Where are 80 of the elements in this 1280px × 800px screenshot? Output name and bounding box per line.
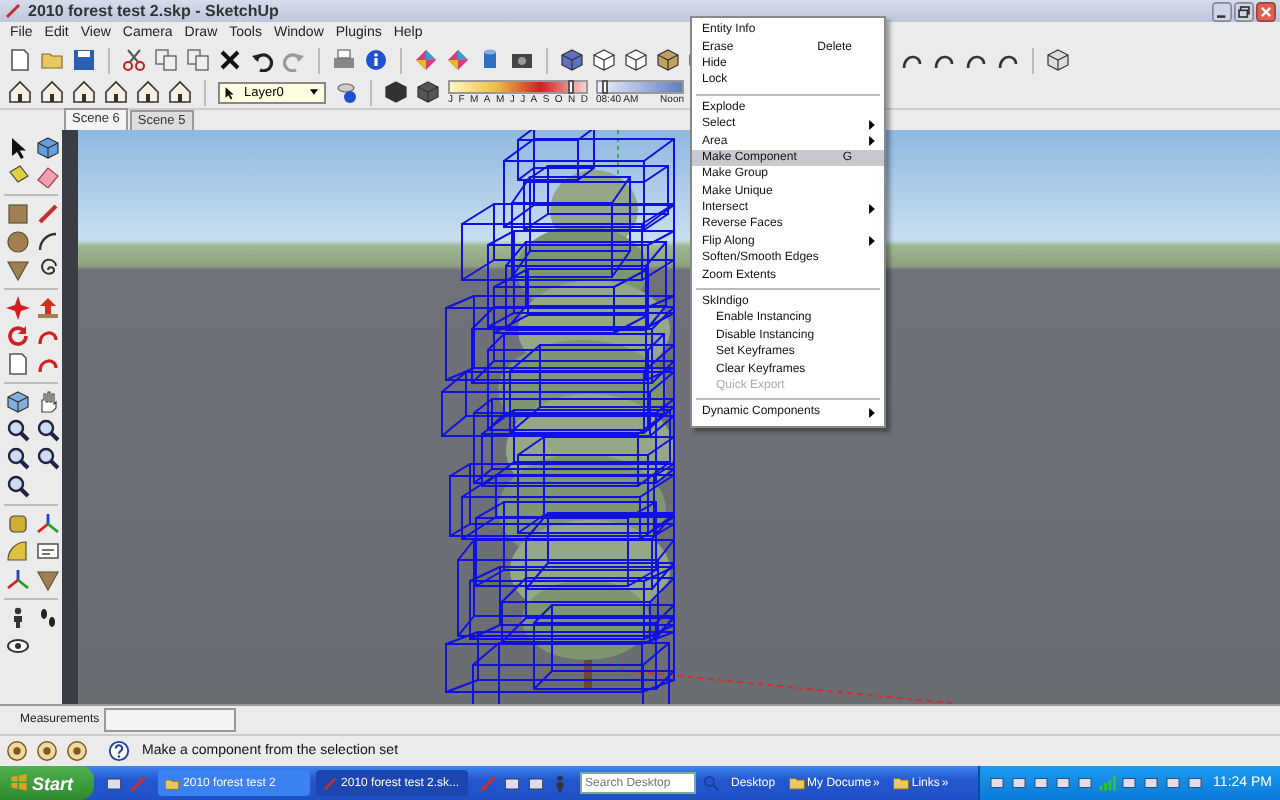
axes-icon[interactable] bbox=[36, 512, 60, 536]
prism-icon[interactable] bbox=[446, 48, 470, 72]
measurements-field[interactable] bbox=[103, 708, 236, 732]
window-icon[interactable] bbox=[525, 773, 546, 793]
slider-thumb[interactable] bbox=[602, 79, 609, 93]
info-icon[interactable] bbox=[364, 48, 388, 72]
tape-measure-icon[interactable] bbox=[6, 512, 30, 536]
cube-icon[interactable] bbox=[384, 80, 408, 104]
circle-icon[interactable] bbox=[6, 230, 30, 254]
house-icon[interactable] bbox=[40, 80, 64, 104]
minimize-icon[interactable] bbox=[1212, 1, 1232, 21]
cube-icon[interactable] bbox=[1046, 48, 1070, 72]
close-icon[interactable] bbox=[1256, 1, 1276, 21]
windows-flag-icon bbox=[10, 774, 28, 792]
restore-icon[interactable] bbox=[1234, 1, 1254, 21]
scissors-icon[interactable] bbox=[122, 48, 146, 72]
square-icon[interactable] bbox=[6, 202, 30, 226]
magnifier-icon[interactable] bbox=[6, 446, 30, 470]
cube-icon[interactable] bbox=[6, 390, 30, 414]
delete-icon[interactable] bbox=[218, 48, 242, 72]
folder-icon[interactable] bbox=[40, 48, 64, 72]
camera-icon[interactable] bbox=[510, 48, 534, 72]
hand-icon[interactable] bbox=[36, 390, 60, 414]
magnifier-icon[interactable] bbox=[6, 474, 30, 498]
copy-icon[interactable] bbox=[186, 48, 210, 72]
window-title: 2010 forest test 2.skp - SketchUp bbox=[28, 2, 281, 20]
pointer-icon bbox=[222, 85, 236, 99]
pyramid-icon[interactable] bbox=[36, 568, 60, 592]
ring-icon[interactable] bbox=[36, 740, 58, 762]
text-box-icon[interactable] bbox=[36, 540, 60, 564]
four-arrows-icon[interactable] bbox=[6, 296, 30, 320]
folder-icon[interactable] bbox=[891, 774, 910, 792]
printer-icon[interactable] bbox=[332, 48, 356, 72]
folder-icon[interactable] bbox=[787, 774, 806, 792]
footprints-icon[interactable] bbox=[36, 606, 60, 630]
push-pull-icon[interactable] bbox=[36, 296, 60, 320]
folder-icon bbox=[163, 775, 180, 791]
circular-arrows-icon[interactable] bbox=[6, 324, 30, 348]
cylinder-icon[interactable] bbox=[478, 48, 502, 72]
axes-icon[interactable] bbox=[6, 568, 30, 592]
start-button[interactable]: Start bbox=[0, 766, 94, 800]
help-icon[interactable] bbox=[108, 740, 130, 762]
prism-icon[interactable] bbox=[414, 48, 438, 72]
eraser-icon[interactable] bbox=[36, 164, 60, 188]
pencil-icon[interactable] bbox=[36, 202, 60, 226]
house-icon[interactable] bbox=[136, 80, 160, 104]
cube-icon[interactable] bbox=[592, 48, 616, 72]
cube-icon[interactable] bbox=[624, 48, 648, 72]
house-icon[interactable] bbox=[104, 80, 128, 104]
triangle-icon[interactable] bbox=[6, 258, 30, 282]
pencil-icon bbox=[4, 2, 22, 20]
screen-icon[interactable] bbox=[501, 773, 522, 793]
cube-icon[interactable] bbox=[560, 48, 584, 72]
pointer-icon[interactable] bbox=[6, 136, 30, 160]
magnifier-icon[interactable] bbox=[6, 418, 30, 442]
undo-icon[interactable] bbox=[250, 48, 274, 72]
pencil-icon bbox=[321, 775, 338, 791]
layers-icon[interactable] bbox=[334, 80, 358, 104]
page-icon[interactable] bbox=[6, 352, 30, 376]
cube-icon[interactable] bbox=[656, 48, 680, 72]
arc-icon[interactable] bbox=[36, 230, 60, 254]
copy-icon[interactable] bbox=[154, 48, 178, 72]
desktop-icon[interactable] bbox=[103, 773, 124, 793]
house-icon[interactable] bbox=[168, 80, 192, 104]
ring-icon[interactable] bbox=[66, 740, 88, 762]
dropdown-arrow-icon bbox=[306, 84, 322, 100]
date-slider[interactable] bbox=[448, 79, 588, 93]
bucket-icon[interactable] bbox=[6, 164, 30, 188]
slider-thumb[interactable] bbox=[568, 79, 575, 93]
time-slider[interactable] bbox=[596, 79, 684, 93]
cube-icon[interactable] bbox=[36, 136, 60, 160]
eye-icon[interactable] bbox=[6, 634, 30, 658]
magnifier-icon[interactable] bbox=[36, 418, 60, 442]
magnifier-icon[interactable] bbox=[36, 446, 60, 470]
page-icon[interactable] bbox=[8, 48, 32, 72]
protractor-icon[interactable] bbox=[6, 540, 30, 564]
house-icon[interactable] bbox=[8, 80, 32, 104]
house-icon[interactable] bbox=[72, 80, 96, 104]
cube-icon[interactable] bbox=[416, 80, 440, 104]
ring-icon[interactable] bbox=[6, 740, 28, 762]
